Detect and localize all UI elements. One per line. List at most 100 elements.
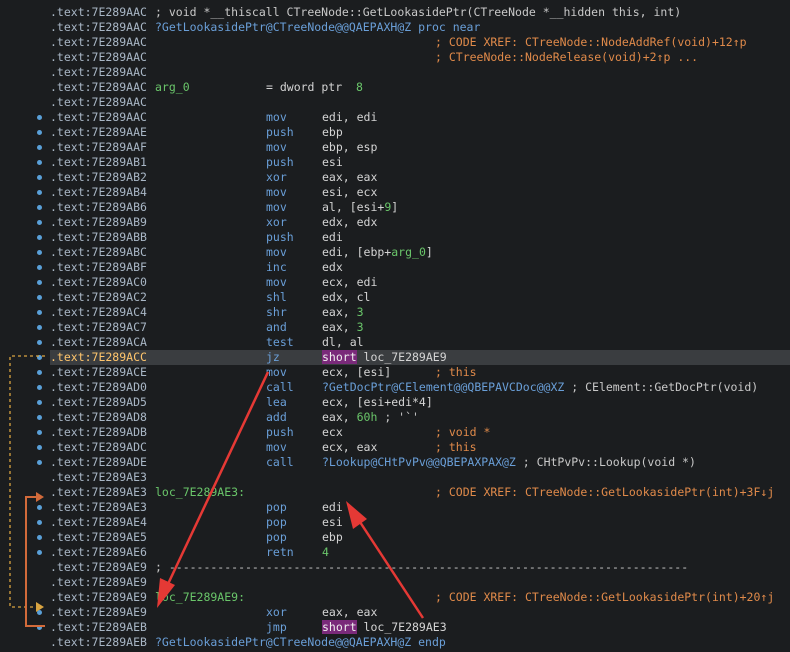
listing-line[interactable]: .text:7E289ABB push edi	[50, 230, 790, 245]
operand[interactable]: ?GetDocPtr@CElement@@QBEPAVCDoc@@XZ ; CE…	[322, 380, 758, 395]
operand[interactable]: ecx, [esi]	[322, 365, 391, 380]
operand[interactable]: eax, 3	[322, 305, 364, 320]
operand[interactable]: edi	[322, 230, 343, 245]
operand[interactable]: eax, 60h ; '`'	[322, 410, 419, 425]
listing-line[interactable]: .text:7E289AB2 xor eax, eax	[50, 170, 790, 185]
listing-line[interactable]: .text:7E289AAC	[50, 95, 790, 110]
breakpoint-dot[interactable]	[37, 280, 42, 285]
listing-line[interactable]: .text:7E289ADB push ecx ; void *	[50, 425, 790, 440]
operand[interactable]: edi, [ebp+arg_0]	[322, 245, 433, 260]
breakpoint-dot[interactable]	[37, 460, 42, 465]
breakpoint-dot[interactable]	[37, 535, 42, 540]
breakpoint-dot[interactable]	[37, 175, 42, 180]
listing-line[interactable]: .text:7E289ACC jz short loc_7E289AE9	[50, 350, 790, 365]
listing-line[interactable]: .text:7E289AE9 loc_7E289AE9: ; CODE XREF: …	[50, 590, 790, 605]
disassembly-listing[interactable]: .text:7E289AAC ; void *__thiscall CTreeNo…	[50, 0, 790, 652]
listing-line[interactable]: .text:7E289AD8 add eax, 60h ; '`'	[50, 410, 790, 425]
operand[interactable]: ecx, eax	[322, 440, 377, 455]
operand[interactable]: ebp	[322, 530, 343, 545]
operand[interactable]: al, [esi+9]	[322, 200, 398, 215]
operand[interactable]: esi, ecx	[322, 185, 377, 200]
listing-line[interactable]: .text:7E289AC2 shl edx, cl	[50, 290, 790, 305]
listing-line[interactable]: .text:7E289ADE call ?Lookup@CHtPvPv@@QBEPA…	[50, 455, 790, 470]
operand[interactable]: edi, edi	[322, 110, 377, 125]
listing-line[interactable]: .text:7E289ABF inc edx	[50, 260, 790, 275]
breakpoint-dot[interactable]	[37, 325, 42, 330]
listing-line[interactable]: .text:7E289AAC ; void *__thiscall CTreeNo…	[50, 5, 790, 20]
breakpoint-dot[interactable]	[37, 415, 42, 420]
breakpoint-dot[interactable]	[37, 115, 42, 120]
operand[interactable]: ecx, [esi+edi*4]	[322, 395, 433, 410]
listing-line[interactable]: .text:7E289AEB jmp short loc_7E289AE3	[50, 620, 790, 635]
listing-line[interactable]: .text:7E289AAC mov edi, edi	[50, 110, 790, 125]
breakpoint-dot[interactable]	[37, 130, 42, 135]
operand[interactable]: ecx, edi	[322, 275, 377, 290]
breakpoint-dot[interactable]	[37, 160, 42, 165]
operand[interactable]: short loc_7E289AE3	[322, 620, 447, 635]
operand[interactable]: eax, eax	[322, 605, 377, 620]
listing-line[interactable]: .text:7E289AE9	[50, 575, 790, 590]
breakpoint-dot[interactable]	[37, 505, 42, 510]
operand[interactable]: edx	[322, 260, 343, 275]
listing-line[interactable]: .text:7E289ACE mov ecx, [esi] ; this	[50, 365, 790, 380]
listing-line[interactable]: .text:7E289AAE push ebp	[50, 125, 790, 140]
listing-line[interactable]: .text:7E289AEB ?GetLookasidePtr@CTreeNode…	[50, 635, 790, 650]
breakpoint-dot[interactable]	[37, 265, 42, 270]
breakpoint-dot[interactable]	[37, 520, 42, 525]
operand[interactable]: edi	[322, 500, 343, 515]
breakpoint-dot[interactable]	[37, 295, 42, 300]
breakpoint-dot[interactable]	[37, 235, 42, 240]
listing-line[interactable]: .text:7E289AD0 call ?GetDocPtr@CElement@@Q…	[50, 380, 790, 395]
listing-line[interactable]: .text:7E289AE3 loc_7E289AE3: ; CODE XREF: …	[50, 485, 790, 500]
breakpoint-dot[interactable]	[37, 430, 42, 435]
listing-line[interactable]: .text:7E289AB6 mov al, [esi+9]	[50, 200, 790, 215]
breakpoint-dot[interactable]	[37, 355, 42, 360]
listing-line[interactable]: .text:7E289AB1 push esi	[50, 155, 790, 170]
operand[interactable]: dl, al	[322, 335, 364, 350]
listing-line[interactable]: .text:7E289AD5 lea ecx, [esi+edi*4]	[50, 395, 790, 410]
listing-line[interactable]: .text:7E289AAC ; CTreeNode::NodeRelease(v…	[50, 50, 790, 65]
listing-line[interactable]: .text:7E289AE4 pop esi	[50, 515, 790, 530]
listing-line[interactable]: .text:7E289AAC ; CODE XREF: CTreeNode::No…	[50, 35, 790, 50]
operand[interactable]: edx, edx	[322, 215, 377, 230]
listing-line[interactable]: .text:7E289AB9 xor edx, edx	[50, 215, 790, 230]
listing-line[interactable]: .text:7E289AB4 mov esi, ecx	[50, 185, 790, 200]
operand[interactable]: 4	[322, 545, 329, 560]
breakpoint-dot[interactable]	[37, 190, 42, 195]
listing-line[interactable]: .text:7E289AE9 ; ------------------------…	[50, 560, 790, 575]
breakpoint-dot[interactable]	[37, 385, 42, 390]
listing-line[interactable]: .text:7E289AE5 pop ebp	[50, 530, 790, 545]
breakpoint-dot[interactable]	[37, 340, 42, 345]
operand[interactable]: ecx	[322, 425, 343, 440]
breakpoint-dot[interactable]	[37, 610, 42, 615]
breakpoint-dot[interactable]	[37, 370, 42, 375]
listing-line[interactable]: .text:7E289AC7 and eax, 3	[50, 320, 790, 335]
listing-line[interactable]: .text:7E289ADC mov ecx, eax ; this	[50, 440, 790, 455]
breakpoint-dot[interactable]	[37, 625, 42, 630]
listing-line[interactable]: .text:7E289AE3	[50, 470, 790, 485]
listing-line[interactable]: .text:7E289AE3 pop edi	[50, 500, 790, 515]
operand[interactable]: short loc_7E289AE9	[322, 350, 447, 365]
operand[interactable]: esi	[322, 515, 343, 530]
breakpoint-dot[interactable]	[37, 310, 42, 315]
breakpoint-dot[interactable]	[37, 550, 42, 555]
listing-line[interactable]: .text:7E289AAC	[50, 65, 790, 80]
operand[interactable]: ebp	[322, 125, 343, 140]
listing-line[interactable]: .text:7E289AE6 retn 4	[50, 545, 790, 560]
listing-line[interactable]: .text:7E289ACA test dl, al	[50, 335, 790, 350]
breakpoint-dot[interactable]	[37, 220, 42, 225]
listing-line[interactable]: .text:7E289AC4 shr eax, 3	[50, 305, 790, 320]
operand[interactable]: edx, cl	[322, 290, 370, 305]
operand[interactable]: ebp, esp	[322, 140, 377, 155]
listing-line[interactable]: .text:7E289AC0 mov ecx, edi	[50, 275, 790, 290]
listing-line[interactable]: .text:7E289ABC mov edi, [ebp+arg_0]	[50, 245, 790, 260]
breakpoint-dot[interactable]	[37, 400, 42, 405]
operand[interactable]: esi	[322, 155, 343, 170]
listing-line[interactable]: .text:7E289AE9 xor eax, eax	[50, 605, 790, 620]
listing-line[interactable]: .text:7E289AAC arg_0 = dword ptr 8	[50, 80, 790, 95]
operand[interactable]: eax, eax	[322, 170, 377, 185]
breakpoint-dot[interactable]	[37, 145, 42, 150]
breakpoint-dot[interactable]	[37, 205, 42, 210]
breakpoint-dot[interactable]	[37, 250, 42, 255]
operand[interactable]: ?Lookup@CHtPvPv@@QBEPAXPAX@Z ; CHtPvPv::…	[322, 455, 696, 470]
